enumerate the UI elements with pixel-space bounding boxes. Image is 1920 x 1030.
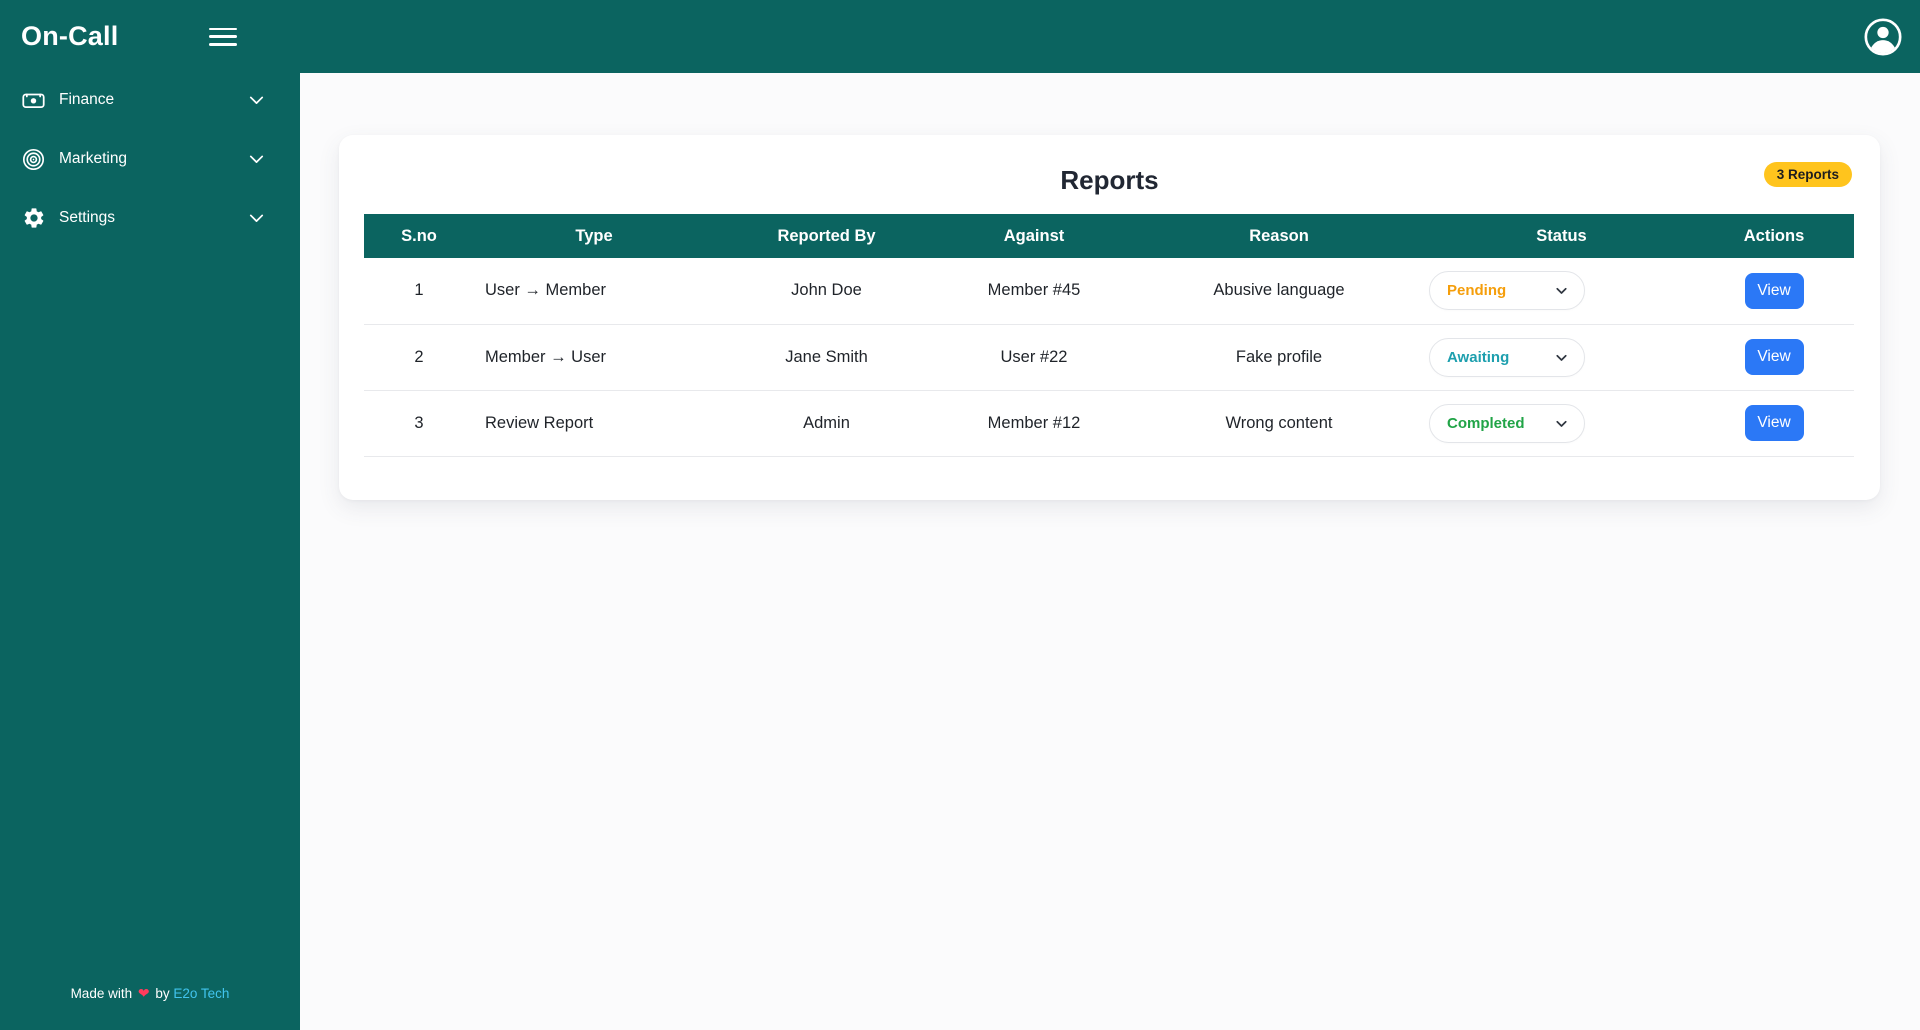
profile-avatar-button[interactable] (1862, 16, 1904, 58)
chevron-down-icon (246, 90, 267, 111)
cell-sno: 3 (364, 390, 474, 457)
user-circle-icon (1863, 17, 1903, 57)
status-select[interactable]: Pending (1429, 271, 1585, 311)
main-content: Reports 3 Reports S.no Type Reported By … (300, 73, 1920, 1030)
cell-reason: Abusive language (1129, 258, 1429, 325)
footer-text: Made with (70, 986, 133, 1001)
cell-type: User → Member (474, 258, 714, 325)
reports-card: Reports 3 Reports S.no Type Reported By … (339, 135, 1880, 500)
status-select[interactable]: Awaiting (1429, 337, 1585, 377)
table-row: 1 User → Member John Doe Member #45 Abus… (364, 258, 1854, 325)
cell-against: User #22 (939, 324, 1129, 391)
status-value: Completed (1447, 414, 1525, 432)
column-header-type: Type (474, 214, 714, 258)
cell-actions: View (1694, 324, 1854, 391)
footer-brand-link[interactable]: E2o Tech (173, 986, 229, 1001)
column-header-sno: S.no (364, 214, 474, 258)
cell-reported-by: Admin (714, 390, 939, 457)
view-button[interactable]: View (1744, 272, 1804, 309)
status-value: Pending (1447, 282, 1507, 300)
status-value: Awaiting (1447, 348, 1510, 366)
cell-reason: Wrong content (1129, 390, 1429, 457)
hamburger-menu-icon[interactable] (209, 26, 237, 48)
cell-sno: 2 (364, 324, 474, 391)
reports-count-badge: 3 Reports (1763, 162, 1852, 187)
app-logo: On-Call (21, 21, 119, 51)
column-header-reason: Reason (1129, 214, 1429, 258)
sidebar: On-Call Finance Marketing Settings Made … (0, 0, 300, 1030)
column-header-actions: Actions (1694, 214, 1854, 258)
table-row: 3 Review Report Admin Member #12 Wrong c… (364, 390, 1854, 457)
view-button[interactable]: View (1744, 405, 1804, 441)
column-header-reported-by: Reported By (714, 214, 939, 258)
table-row: 2 Member → User Jane Smith User #22 Fake… (364, 324, 1854, 391)
cell-type: Member → User (474, 324, 714, 391)
sidebar-item-label: Marketing (59, 150, 128, 167)
cell-sno: 1 (364, 258, 474, 325)
sidebar-item-marketing[interactable]: Marketing (0, 144, 300, 174)
target-icon (21, 147, 46, 172)
chevron-down-icon (246, 149, 267, 170)
page-title: Reports (1060, 165, 1159, 195)
sidebar-item-label: Settings (59, 209, 116, 226)
sidebar-footer: Made with ❤ by E2o Tech (0, 985, 300, 1002)
view-button[interactable]: View (1744, 339, 1804, 375)
sidebar-item-finance[interactable]: Finance (0, 85, 300, 115)
chevron-down-icon (1553, 349, 1570, 366)
cell-against: Member #45 (939, 258, 1129, 325)
footer-text: by (155, 986, 170, 1001)
status-select[interactable]: Completed (1429, 403, 1585, 443)
cell-actions: View (1694, 258, 1854, 325)
cell-reason: Fake profile (1129, 324, 1429, 391)
cell-against: Member #12 (939, 390, 1129, 457)
sidebar-item-settings[interactable]: Settings (0, 203, 300, 233)
cell-reported-by: John Doe (714, 258, 939, 325)
cell-reported-by: Jane Smith (714, 324, 939, 391)
cell-type: Review Report (474, 390, 714, 457)
chevron-down-icon (1553, 415, 1570, 432)
column-header-status: Status (1429, 214, 1694, 258)
cell-actions: View (1694, 390, 1854, 457)
table-header-row: S.no Type Reported By Against Reason Sta… (364, 214, 1854, 258)
chevron-down-icon (246, 208, 267, 229)
gear-icon (21, 206, 46, 231)
chevron-down-icon (1553, 282, 1570, 299)
heart-icon: ❤ (137, 985, 150, 1001)
sidebar-item-label: Finance (59, 91, 115, 108)
reports-table: S.no Type Reported By Against Reason Sta… (364, 214, 1854, 457)
cash-icon (21, 88, 46, 113)
column-header-against: Against (939, 214, 1129, 258)
